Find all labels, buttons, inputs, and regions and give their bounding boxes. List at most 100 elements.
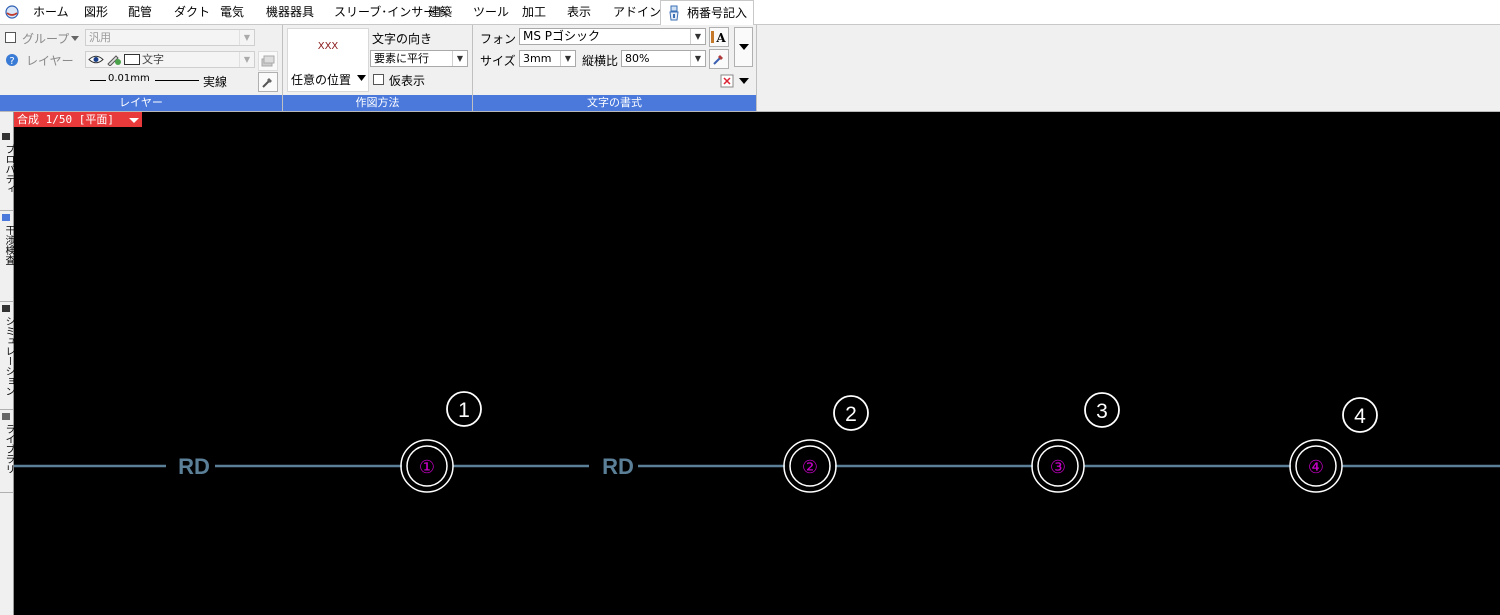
eyedropper-icon <box>262 78 272 88</box>
menu-electrical[interactable]: 電気 <box>220 0 244 24</box>
size-select[interactable]: 3mm ▼ <box>519 50 576 67</box>
ratio-select-value: 80% <box>625 52 650 65</box>
ribbon: グループ 汎用 ▼ ? レイヤー 文字 ▼ 0.01mm 実線 レイヤー XXX… <box>0 25 1500 112</box>
preview-text: XXX <box>317 41 339 52</box>
app-icon[interactable] <box>4 4 20 20</box>
chevron-down-icon: ▼ <box>690 51 705 66</box>
direction-label: 文字の向き <box>372 32 433 46</box>
line-width-sample <box>90 80 106 81</box>
menu-bar: ホーム 図形 配管 ダクト 電気 機器器具 スリーブ･インサート 建築 ツール … <box>0 0 1500 25</box>
dock-tab-properties[interactable]: プロパティ <box>0 130 14 211</box>
menu-equipment[interactable]: 機器器具 <box>266 0 314 24</box>
menu-duct[interactable]: ダクト <box>174 0 210 24</box>
simulation-icon <box>2 305 10 312</box>
direction-select[interactable]: 要素に平行 ▼ <box>370 50 468 67</box>
drawing-svg: RD RD ① ② ③ ④ 1 2 3 4 <box>14 391 1500 493</box>
chevron-down-icon <box>738 44 749 50</box>
font-select[interactable]: MS Pゴシック ▼ <box>519 28 706 45</box>
chevron-down-icon: ▼ <box>239 52 254 67</box>
menu-addin[interactable]: アドイン <box>613 0 661 24</box>
interference-icon <box>2 214 10 221</box>
library-icon <box>2 413 10 420</box>
layer-label: レイヤー <box>26 54 74 68</box>
text-format-footer: 文字の書式 <box>473 95 756 111</box>
ratio-select[interactable]: 80% ▼ <box>621 50 706 67</box>
format-more-button[interactable] <box>734 27 753 67</box>
chevron-down-icon: ▼ <box>690 29 705 44</box>
chevron-down-icon: ▼ <box>452 51 467 66</box>
layer-group-footer: レイヤー <box>0 95 282 111</box>
number-callout[interactable]: 3 <box>1084 392 1120 428</box>
number-callout[interactable]: 2 <box>833 395 869 431</box>
side-dock: プロパティ 干渉検査 シミュレーション ライブラリ <box>0 112 14 615</box>
callout-number: 1 <box>458 399 470 422</box>
help-icon[interactable]: ? <box>5 53 19 67</box>
dialog-launcher-icon[interactable] <box>720 74 734 88</box>
line-type-sample <box>155 80 199 81</box>
draw-method-footer: 作図方法 <box>283 95 472 111</box>
menu-view[interactable]: 表示 <box>567 0 591 24</box>
pipe-label[interactable]: RD <box>178 454 210 479</box>
menu-tools[interactable]: ツール <box>473 0 509 24</box>
font-select-value: MS Pゴシック <box>523 29 601 43</box>
menu-home[interactable]: ホーム <box>33 0 69 24</box>
text-style-button[interactable]: A <box>709 27 729 47</box>
number-callout[interactable]: 4 <box>1342 397 1378 433</box>
position-label: 任意の位置 <box>291 73 352 87</box>
line-type-value: 実線 <box>203 75 228 89</box>
tab-numbering-label: 柄番号記入 <box>687 6 748 20</box>
size-label: サイズ <box>480 54 516 68</box>
marker-number: ③ <box>1050 457 1066 478</box>
menu-tab-numbering[interactable]: 柄番号記入 <box>660 0 755 25</box>
menu-shapes[interactable]: 図形 <box>84 0 108 24</box>
group-label: グループ <box>22 32 70 46</box>
chevron-down-icon: ▼ <box>239 30 254 45</box>
position-button[interactable]: XXX 任意の位置 <box>287 28 369 92</box>
group-select[interactable]: 汎用 ▼ <box>85 29 255 46</box>
chevron-down-icon: ▼ <box>560 51 575 66</box>
pipe-label[interactable]: RD <box>602 454 634 479</box>
callout-number: 3 <box>1096 400 1108 423</box>
group-dropdown-icon[interactable] <box>68 31 82 45</box>
layer-settings-button[interactable] <box>258 51 278 71</box>
size-select-value: 3mm <box>523 52 552 65</box>
temp-display-label: 仮表示 <box>389 74 426 88</box>
match-properties-button[interactable] <box>258 72 278 92</box>
pipe-marker[interactable]: ③ <box>1031 439 1085 493</box>
menu-piping[interactable]: 配管 <box>128 0 152 24</box>
layer-select-value: 文字 <box>142 53 164 66</box>
properties-icon <box>2 133 10 140</box>
pipe-marker[interactable]: ① <box>400 439 454 493</box>
svg-text:A: A <box>715 31 726 44</box>
marker-number: ④ <box>1308 457 1324 478</box>
line-width-value: 0.01mm <box>108 73 150 84</box>
chevron-down-icon[interactable] <box>739 77 749 85</box>
eyedropper-icon <box>713 55 723 65</box>
group-checkbox[interactable] <box>5 32 16 43</box>
marker-number: ① <box>419 457 435 478</box>
ratio-label: 縦横比 <box>582 54 619 68</box>
pipe-marker[interactable]: ④ <box>1289 439 1343 493</box>
layer-color-swatch <box>124 54 140 65</box>
menu-architecture[interactable]: 建築 <box>428 0 452 24</box>
draw-method-group: XXX 任意の位置 文字の向き 要素に平行 ▼ 仮表示 作図方法 <box>283 25 473 111</box>
temp-display-checkbox[interactable] <box>373 74 384 85</box>
pipe-marker[interactable]: ② <box>783 439 837 493</box>
numbering-tool-icon <box>669 5 679 21</box>
text-format-group: フォント MS Pゴシック ▼ A サイズ 3mm ▼ 縦横比 80% ▼ 文字… <box>473 25 757 111</box>
callout-number: 4 <box>1354 405 1366 428</box>
dock-tab-simulation[interactable]: シミュレーション <box>0 302 14 410</box>
drawing-canvas[interactable]: RD RD ① ② ③ ④ 1 2 3 4 合成 1/50 [平面] <box>14 112 1500 615</box>
visibility-eye-icon <box>88 55 104 64</box>
menu-processing[interactable]: 加工 <box>522 0 546 24</box>
svg-text:?: ? <box>9 56 14 67</box>
number-callout[interactable]: 1 <box>446 391 482 427</box>
direction-select-value: 要素に平行 <box>374 52 429 65</box>
chevron-down-icon[interactable] <box>128 117 139 123</box>
view-label[interactable]: 合成 1/50 [平面] <box>14 112 142 127</box>
dock-tab-library[interactable]: ライブラリ <box>0 410 14 493</box>
dock-tab-interference[interactable]: 干渉検査 <box>0 211 14 302</box>
text-color-button[interactable] <box>709 49 729 69</box>
font-style-icon: A <box>711 31 726 44</box>
layer-select[interactable]: 文字 ▼ <box>85 51 255 68</box>
